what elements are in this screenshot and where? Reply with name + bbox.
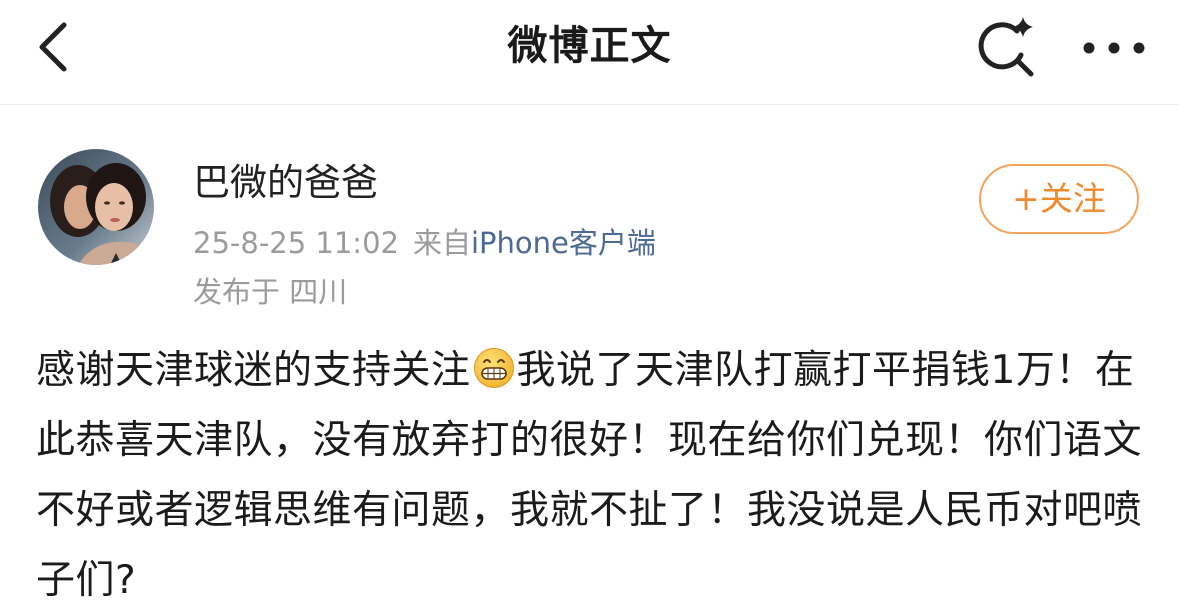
post-meta: 25-8-25 11:02 来自iPhone客户端 — [193, 223, 656, 263]
post-text-part-1: 感谢天津球迷的支持关注 — [36, 348, 471, 393]
user-avatar-photo — [38, 149, 154, 265]
author-avatar[interactable] — [38, 149, 154, 265]
more-options-button[interactable] — [1074, 10, 1154, 86]
post-location: 发布于 四川 — [193, 275, 348, 309]
more-horizontal-icon — [1083, 42, 1145, 54]
top-navbar: 微博正文 — [0, 0, 1179, 105]
search-sparkle-icon — [978, 17, 1034, 77]
author-name[interactable]: 巴微的爸爸 — [193, 158, 378, 208]
source-prefix: 来自 — [412, 226, 471, 260]
post-text: 感谢天津球迷的支持关注 我说了天津队打赢打平捐钱1万！在此恭喜天津队，没有放弃打… — [36, 336, 1146, 616]
follow-button[interactable]: +关注 — [979, 164, 1139, 234]
source-link[interactable]: iPhone客户端 — [471, 226, 656, 260]
grinning-emoji-icon — [473, 348, 514, 388]
search-button[interactable] — [968, 10, 1044, 86]
post-timestamp: 25-8-25 11:02 — [193, 226, 399, 260]
